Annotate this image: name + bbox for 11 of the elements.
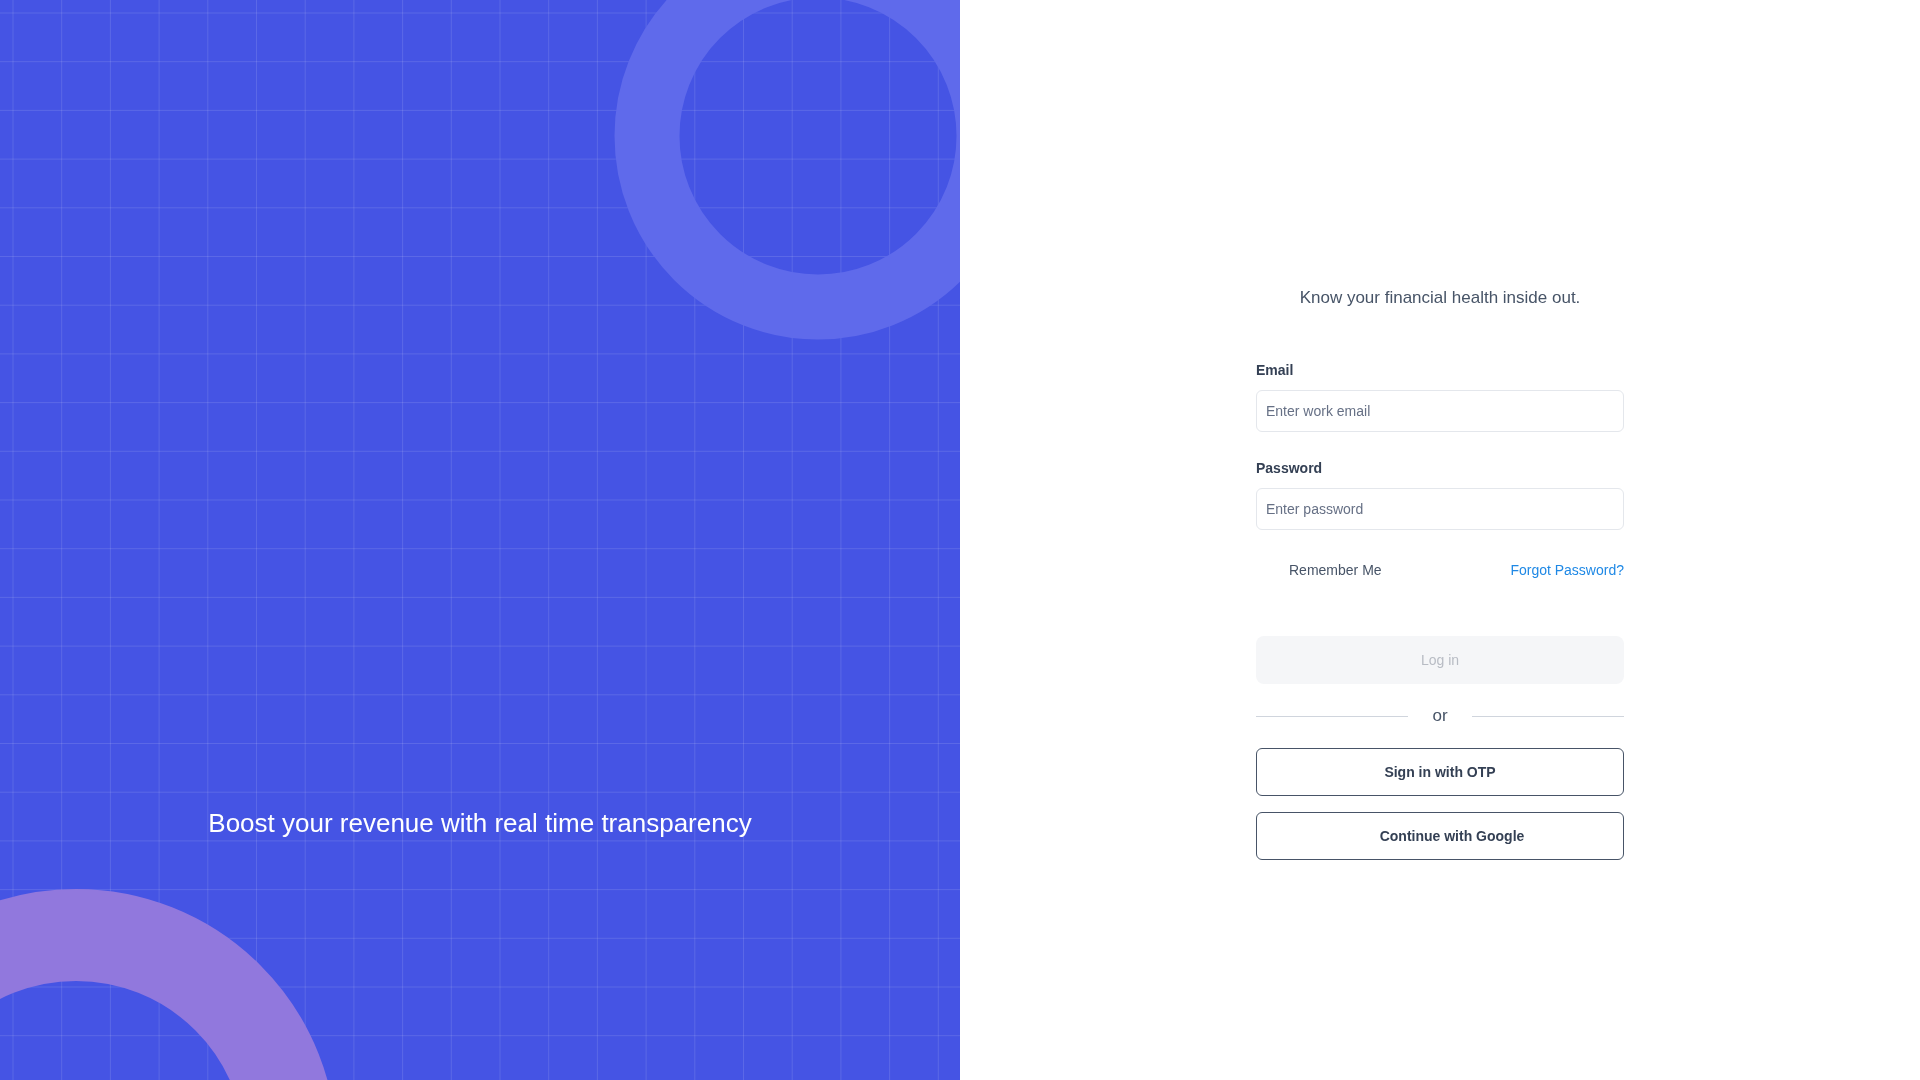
remember-me-label[interactable]: Remember Me (1256, 562, 1382, 578)
field-label: Password (1256, 460, 1323, 476)
forgot-password-link[interactable]: Forgot Password? (1510, 562, 1624, 578)
tagline: Boost your revenue with real time transparency (208, 808, 752, 839)
field-label: Email (1256, 362, 1294, 378)
google-sign-in-button[interactable]: Continue with Google (1256, 812, 1624, 860)
otp-sign-in-button[interactable]: Sign in with OTP (1256, 748, 1624, 796)
input-field[interactable]: Enter work email (1256, 390, 1624, 432)
subtitle: Know your financial health inside out. (1299, 288, 1581, 308)
divider-text: or (1431, 706, 1449, 726)
input-field[interactable]: Enter password (1256, 488, 1624, 530)
